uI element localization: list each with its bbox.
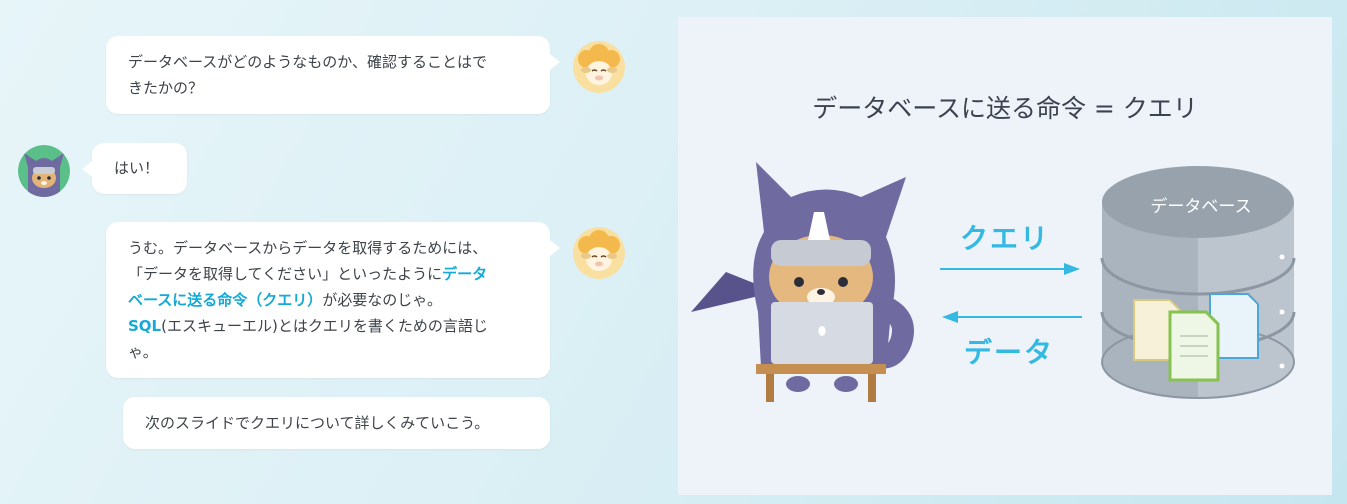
chat-message-2-text: はい！ [114, 159, 160, 177]
ninja-avatar-icon [18, 145, 70, 197]
chat-message-4: 次のスライドでクエリについて詳しくみていこう。 [123, 397, 550, 449]
chat-message-3-line4-text: (エスキューエル)とはクエリを書くための言語じ [161, 317, 488, 335]
slide-panel: データベースに送る命令 = クエリ クエリ データ データベース [678, 17, 1332, 495]
chat-message-2: はい！ [82, 143, 187, 194]
ninja-character-illustration [691, 162, 914, 402]
chat-message-3-highlight-2: ベースに送る命令（クエリ） [128, 291, 323, 309]
arrow-right-icon [940, 263, 1080, 275]
sheep-avatar-icon [573, 227, 625, 279]
chat-message-3-line3: ベースに送る命令（クエリ）が必要なのじゃ。 [128, 287, 528, 313]
chat-message-3-line2: 「データを取得してください」といったようにデータ [128, 261, 528, 287]
chat-message-1: データベースがどのようなものか、確認することはで きたかの？ [106, 36, 560, 114]
chat-message-3-line3-text: が必要なのじゃ。 [322, 291, 442, 309]
query-arrow-label: クエリ [960, 222, 1051, 255]
chat-message-3-highlight-sql: SQL [128, 317, 162, 335]
data-arrow-label: データ [964, 336, 1055, 369]
chat-message-3-highlight-1: データ [442, 265, 488, 283]
chat-message-4-text: 次のスライドでクエリについて詳しくみていこう。 [145, 414, 490, 432]
database-label: データベース [1150, 197, 1252, 217]
chat-message-3-line1: うむ。データベースからデータを取得するためには、 [128, 239, 488, 257]
arrow-left-icon [942, 311, 1082, 323]
chat-message-3-line2-text: 「データを取得してください」といったように [128, 265, 443, 283]
slide-title: データベースに送る命令 = クエリ [812, 94, 1198, 123]
sheep-avatar-icon [573, 41, 625, 93]
chat-message-1-line1: データベースがどのようなものか、確認することはで [128, 53, 487, 71]
chat-message-3: うむ。データベースからデータを取得するためには、 「データを取得してください」と… [106, 222, 560, 378]
chat-message-3-line4: SQL(エスキューエル)とはクエリを書くための言語じ [128, 313, 528, 339]
chat-message-1-line2: きたかの？ [128, 79, 204, 97]
chat-message-3-line5: ゃ。 [128, 343, 158, 361]
